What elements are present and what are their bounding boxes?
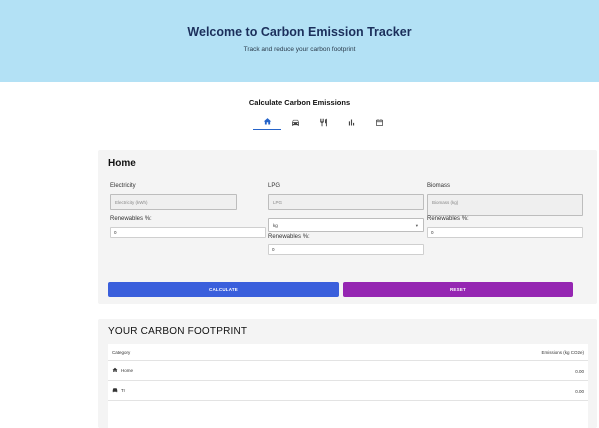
- biomass-label: Biomass: [427, 183, 451, 189]
- table-row: Home 0.00: [108, 361, 588, 381]
- row-emissions: 0.00: [575, 389, 584, 394]
- tab-food[interactable]: [309, 114, 337, 130]
- page-title: Welcome to Carbon Emission Tracker: [187, 25, 412, 39]
- calculate-button[interactable]: CALCULATE: [108, 282, 339, 297]
- home-icon: [263, 118, 271, 125]
- reset-button[interactable]: RESET: [343, 282, 573, 297]
- row-category: Tr: [121, 387, 126, 393]
- tab-calendar[interactable]: [365, 114, 393, 130]
- car-icon: [112, 388, 118, 393]
- footprint-table: Category Emissions (kg CO2e) Home 0.00 T…: [108, 344, 588, 428]
- table-row: Tr 0.00: [108, 381, 588, 401]
- home-card-title: Home: [108, 158, 136, 169]
- tab-transport[interactable]: [281, 114, 309, 130]
- electricity-renewables-input[interactable]: 0: [110, 227, 266, 238]
- home-icon: [112, 367, 118, 372]
- biomass-input[interactable]: Biomass (kg): [427, 194, 583, 216]
- column-header-emissions: Emissions (kg CO2e): [541, 350, 584, 355]
- page-header: Welcome to Carbon Emission Tracker Track…: [0, 0, 599, 82]
- calendar-icon: [375, 118, 383, 126]
- electricity-label: Electricity: [110, 183, 136, 189]
- electricity-input[interactable]: Electricity (kWh): [110, 194, 237, 210]
- lpg-unit-value: kg: [273, 223, 278, 228]
- row-emissions: 0.00: [575, 369, 584, 374]
- lpg-label: LPG: [268, 183, 281, 189]
- electricity-renewables-label: Renewables %:: [110, 216, 152, 222]
- bar-chart-icon: [348, 119, 354, 125]
- footprint-title: YOUR CARBON FOOTPRINT: [108, 326, 248, 337]
- biomass-renewables-label: Renewables %:: [427, 216, 469, 222]
- utensils-icon: [319, 118, 327, 126]
- lpg-renewables-label: Renewables %:: [268, 234, 310, 240]
- page-subtitle: Track and reduce your carbon footprint: [243, 46, 356, 53]
- biomass-renewables-input[interactable]: 0: [427, 227, 583, 238]
- column-header-category: Category: [112, 350, 131, 355]
- chevron-down-icon: ▾: [415, 223, 418, 228]
- row-category: Home: [121, 367, 134, 373]
- home-card: Home Electricity Electricity (kWh) Renew…: [98, 150, 597, 304]
- lpg-unit-select[interactable]: kg ▾: [268, 218, 424, 232]
- lpg-input[interactable]: LPG: [268, 194, 424, 210]
- calculator-title: Calculate Carbon Emissions: [248, 98, 351, 107]
- car-icon: [291, 119, 299, 126]
- category-tabs: [253, 114, 393, 130]
- tab-home[interactable]: [253, 114, 281, 130]
- table-header-row: Category Emissions (kg CO2e): [108, 344, 588, 361]
- lpg-renewables-input[interactable]: 0: [268, 244, 424, 255]
- footprint-card: YOUR CARBON FOOTPRINT Category Emissions…: [98, 319, 597, 428]
- tab-stats[interactable]: [337, 114, 365, 130]
